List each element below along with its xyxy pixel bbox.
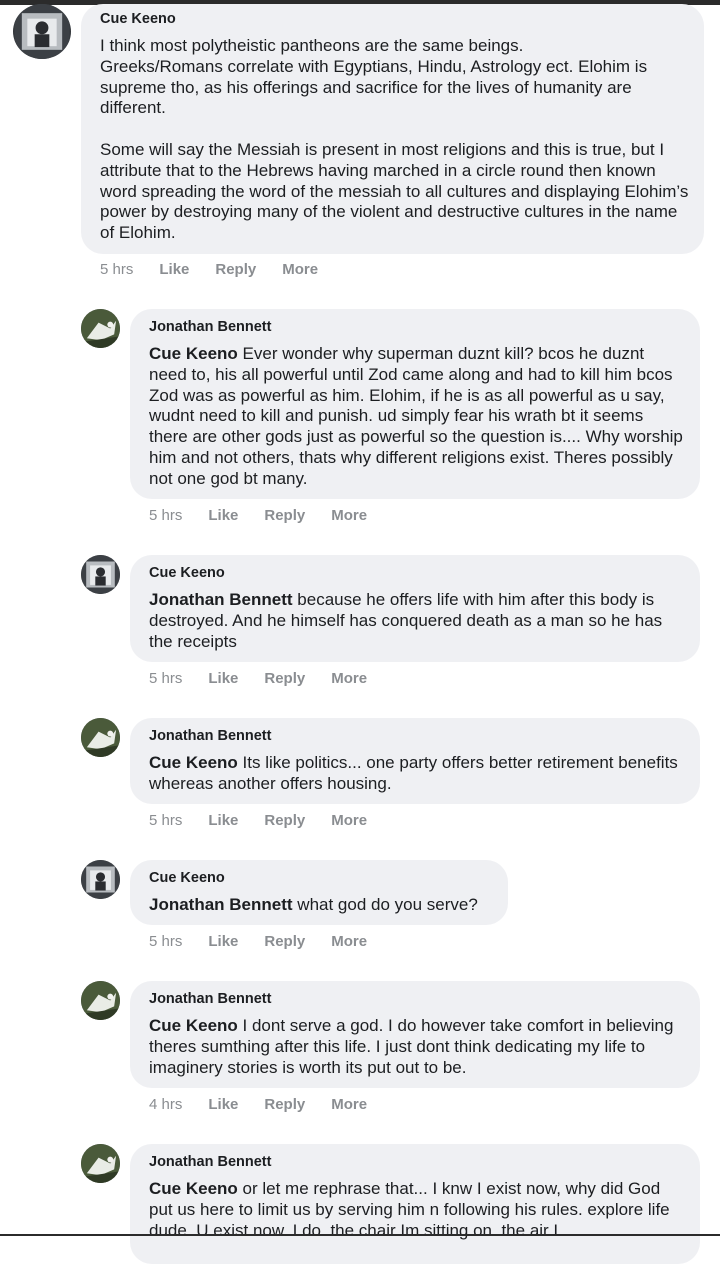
comment-text: Cue Keeno I dont serve a god. I do howev… bbox=[149, 1016, 685, 1078]
comment-actions: 4 hrs Like Reply More bbox=[149, 1096, 393, 1113]
comment-author[interactable]: Jonathan Bennett bbox=[149, 728, 271, 744]
like-button[interactable]: Like bbox=[159, 261, 189, 278]
comment-actions: 5 hrs Like Reply More bbox=[149, 812, 393, 829]
mention-link[interactable]: Cue Keeno bbox=[149, 344, 238, 363]
like-button[interactable]: Like bbox=[208, 1096, 238, 1113]
comment-time[interactable]: 4 hrs bbox=[149, 1096, 182, 1113]
reply-button[interactable]: Reply bbox=[264, 812, 305, 829]
comment-text: Cue Keeno Its like politics... one party… bbox=[149, 753, 685, 795]
like-button[interactable]: Like bbox=[208, 507, 238, 524]
comment-body: what god do you serve? bbox=[292, 895, 478, 914]
person-photo-icon bbox=[81, 555, 120, 594]
comment-body: Ever wonder why superman duznt kill? bco… bbox=[149, 344, 683, 488]
comment-author[interactable]: Jonathan Bennett bbox=[149, 991, 271, 1007]
comment-time[interactable]: 5 hrs bbox=[149, 670, 182, 687]
comment-text: Cue Keeno Ever wonder why superman duznt… bbox=[149, 344, 685, 490]
comment-author[interactable]: Cue Keeno bbox=[149, 565, 225, 581]
more-button[interactable]: More bbox=[331, 507, 367, 524]
person-photo-icon bbox=[81, 860, 120, 899]
avatar-cue-keeno[interactable] bbox=[13, 4, 71, 59]
mention-link[interactable]: Cue Keeno bbox=[149, 1016, 238, 1035]
comment-actions: 5 hrs Like Reply More bbox=[100, 261, 344, 278]
comment-text: Jonathan Bennett because he offers life … bbox=[149, 590, 685, 652]
comment-text: I think most polytheistic pantheons are … bbox=[100, 36, 690, 244]
reply-button[interactable]: Reply bbox=[264, 933, 305, 950]
eagle-photo-icon bbox=[81, 1144, 120, 1183]
avatar-jonathan-bennett[interactable] bbox=[81, 981, 120, 1020]
person-photo-icon bbox=[14, 4, 70, 59]
like-button[interactable]: Like bbox=[208, 933, 238, 950]
like-button[interactable]: Like bbox=[208, 812, 238, 829]
comment-author[interactable]: Cue Keeno bbox=[100, 11, 176, 27]
more-button[interactable]: More bbox=[331, 812, 367, 829]
avatar-jonathan-bennett[interactable] bbox=[81, 718, 120, 757]
comment-actions: 5 hrs Like Reply More bbox=[149, 507, 393, 524]
avatar-jonathan-bennett[interactable] bbox=[81, 309, 120, 348]
comment-text: Cue Keeno or let me rephrase that... I k… bbox=[149, 1179, 685, 1241]
comment-time[interactable]: 5 hrs bbox=[100, 261, 133, 278]
comment-time[interactable]: 5 hrs bbox=[149, 933, 182, 950]
mention-link[interactable]: Jonathan Bennett bbox=[149, 590, 293, 609]
comment-time[interactable]: 5 hrs bbox=[149, 812, 182, 829]
avatar-cue-keeno[interactable] bbox=[81, 860, 120, 899]
more-button[interactable]: More bbox=[331, 670, 367, 687]
mention-link[interactable]: Cue Keeno bbox=[149, 1179, 238, 1198]
comment-actions: 5 hrs Like Reply More bbox=[149, 670, 393, 687]
comment-author[interactable]: Jonathan Bennett bbox=[149, 1154, 271, 1170]
comment-body: I think most polytheistic pantheons are … bbox=[100, 36, 689, 243]
comment-actions: 5 hrs Like Reply More bbox=[149, 933, 393, 950]
like-button[interactable]: Like bbox=[208, 670, 238, 687]
reply-button[interactable]: Reply bbox=[215, 261, 256, 278]
mention-link[interactable]: Jonathan Bennett bbox=[149, 895, 293, 914]
avatar-jonathan-bennett[interactable] bbox=[81, 1144, 120, 1183]
comment-time[interactable]: 5 hrs bbox=[149, 507, 182, 524]
avatar-cue-keeno[interactable] bbox=[81, 555, 120, 594]
more-button[interactable]: More bbox=[331, 933, 367, 950]
reply-button[interactable]: Reply bbox=[264, 507, 305, 524]
more-button[interactable]: More bbox=[282, 261, 318, 278]
reply-button[interactable]: Reply bbox=[264, 670, 305, 687]
mention-link[interactable]: Cue Keeno bbox=[149, 753, 238, 772]
comment-author[interactable]: Jonathan Bennett bbox=[149, 319, 271, 335]
eagle-photo-icon bbox=[81, 309, 120, 348]
comment-author[interactable]: Cue Keeno bbox=[149, 870, 225, 886]
eagle-photo-icon bbox=[81, 718, 120, 757]
comment-text: Jonathan Bennett what god do you serve? bbox=[149, 895, 499, 916]
more-button[interactable]: More bbox=[331, 1096, 367, 1113]
eagle-photo-icon bbox=[81, 981, 120, 1020]
reply-button[interactable]: Reply bbox=[264, 1096, 305, 1113]
